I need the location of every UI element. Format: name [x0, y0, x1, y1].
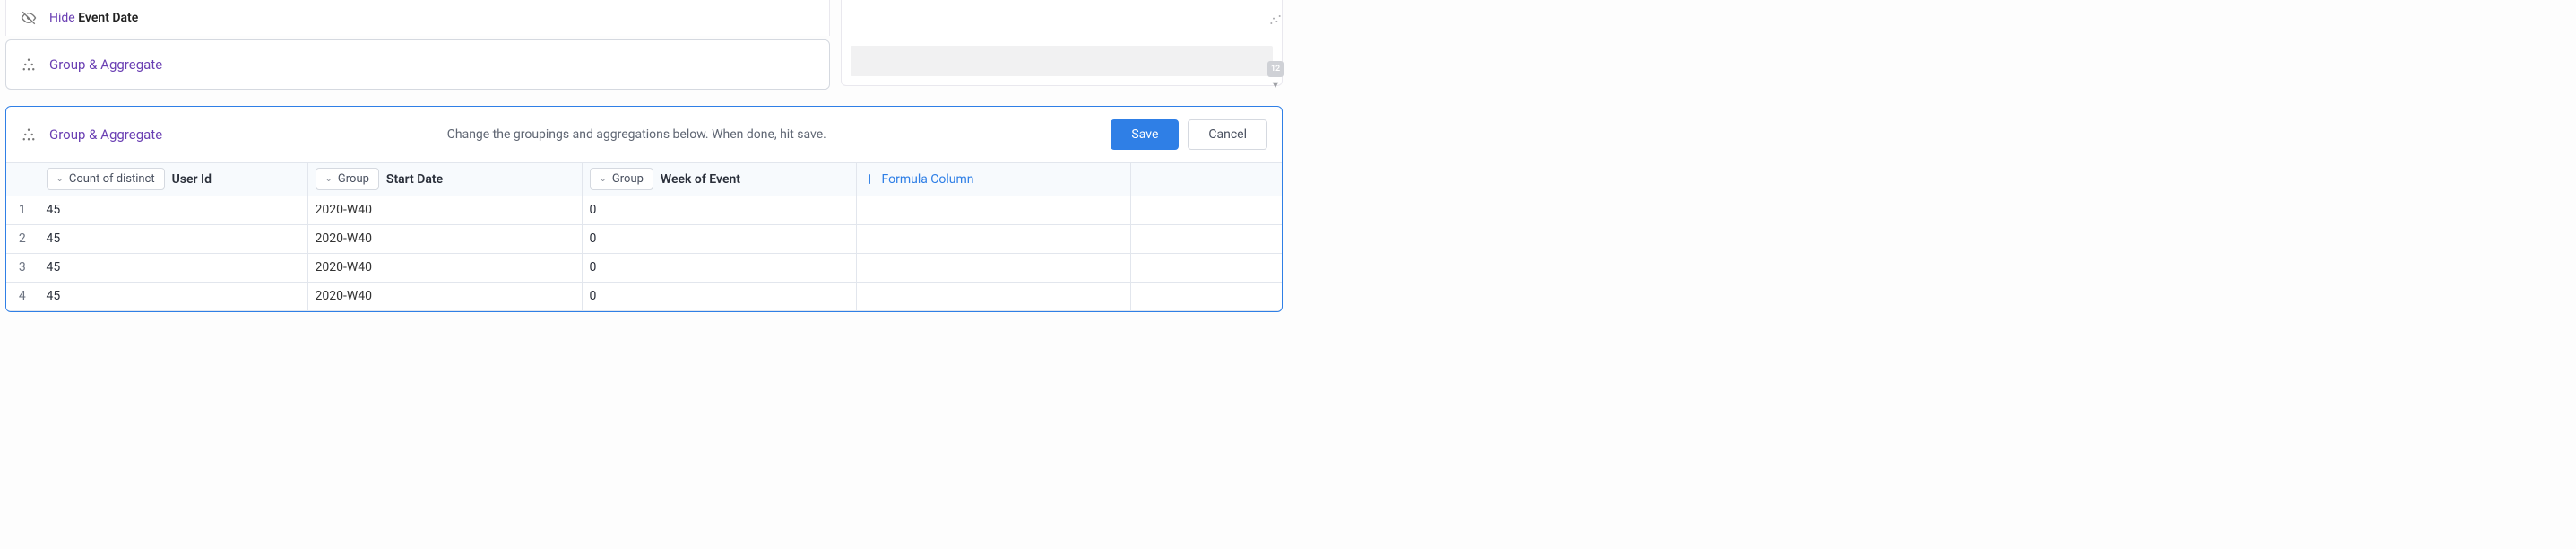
group-icon — [21, 57, 37, 73]
formula-header: ＋ Formula Column — [856, 163, 1130, 196]
group-dropdown-start[interactable]: ⌄ Group — [316, 168, 379, 190]
formula-cell — [856, 282, 1130, 310]
group-aggregate-editor: Group & Aggregate Change the groupings a… — [5, 106, 1283, 312]
count-header: ⌄ Count of distinct User Id — [39, 163, 307, 196]
count-cell: 45 — [39, 282, 307, 310]
right-rail: 12 ▼ — [1263, 0, 1288, 91]
start-cell: 2020-W40 — [307, 196, 582, 224]
rail-badge[interactable]: 12 — [1267, 61, 1284, 77]
week-cell: 0 — [582, 224, 856, 253]
group-icon — [21, 126, 37, 143]
editor-description: Change the groupings and aggregations be… — [175, 127, 1098, 142]
chevron-down-icon: ⌄ — [325, 174, 333, 184]
week-cell: 0 — [582, 196, 856, 224]
cancel-button[interactable]: Cancel — [1188, 119, 1267, 150]
week-column-label: Week of Event — [661, 172, 740, 187]
chevron-down-icon: ⌄ — [600, 174, 607, 184]
table-body: 1 45 2020-W40 0 2 45 2020-W40 0 3 45 202… — [6, 196, 1282, 310]
table-row[interactable]: 4 45 2020-W40 0 — [6, 282, 1282, 310]
extra-header — [1130, 163, 1282, 196]
start-column-label: Start Date — [386, 172, 443, 187]
preview-panel — [841, 0, 1283, 86]
rownum: 4 — [6, 282, 39, 310]
chevron-down-icon: ⌄ — [56, 174, 64, 184]
chevron-down-icon[interactable]: ▼ — [1271, 79, 1281, 91]
count-distinct-dropdown[interactable]: ⌄ Count of distinct — [47, 168, 165, 190]
add-formula-column[interactable]: ＋ Formula Column — [864, 170, 974, 188]
scatter-icon[interactable] — [1268, 13, 1283, 27]
extra-cell — [1130, 253, 1282, 282]
week-header: ⌄ Group Week of Event — [582, 163, 856, 196]
extra-cell — [1130, 282, 1282, 310]
save-button[interactable]: Save — [1111, 119, 1179, 150]
count-cell: 45 — [39, 224, 307, 253]
editor-title: Group & Aggregate — [49, 126, 162, 143]
group-aggregate-step[interactable]: Group & Aggregate — [5, 39, 830, 90]
rownum-header — [6, 163, 39, 196]
count-cell: 45 — [39, 253, 307, 282]
hide-step[interactable]: Hide Event Date — [5, 0, 830, 36]
formula-cell — [856, 196, 1130, 224]
aggregate-table: ⌄ Count of distinct User Id ⌄ Group Star… — [6, 163, 1282, 311]
editor-header: Group & Aggregate Change the groupings a… — [6, 107, 1282, 163]
eye-off-icon — [21, 10, 37, 26]
start-cell: 2020-W40 — [307, 282, 582, 310]
extra-cell — [1130, 224, 1282, 253]
extra-cell — [1130, 196, 1282, 224]
week-cell: 0 — [582, 282, 856, 310]
hide-label: Hide Event Date — [49, 11, 138, 25]
group-dropdown-week[interactable]: ⌄ Group — [590, 168, 653, 190]
rownum: 3 — [6, 253, 39, 282]
formula-cell — [856, 224, 1130, 253]
week-cell: 0 — [582, 253, 856, 282]
rownum: 2 — [6, 224, 39, 253]
count-column-label: User Id — [172, 172, 212, 187]
formula-cell — [856, 253, 1130, 282]
plus-icon: ＋ — [864, 170, 877, 188]
start-date-header: ⌄ Group Start Date — [307, 163, 582, 196]
table-row[interactable]: 2 45 2020-W40 0 — [6, 224, 1282, 253]
start-cell: 2020-W40 — [307, 224, 582, 253]
table-row[interactable]: 1 45 2020-W40 0 — [6, 196, 1282, 224]
group-step-label: Group & Aggregate — [49, 57, 162, 73]
preview-placeholder — [851, 46, 1273, 76]
start-cell: 2020-W40 — [307, 253, 582, 282]
rownum: 1 — [6, 196, 39, 224]
table-row[interactable]: 3 45 2020-W40 0 — [6, 253, 1282, 282]
count-cell: 45 — [39, 196, 307, 224]
